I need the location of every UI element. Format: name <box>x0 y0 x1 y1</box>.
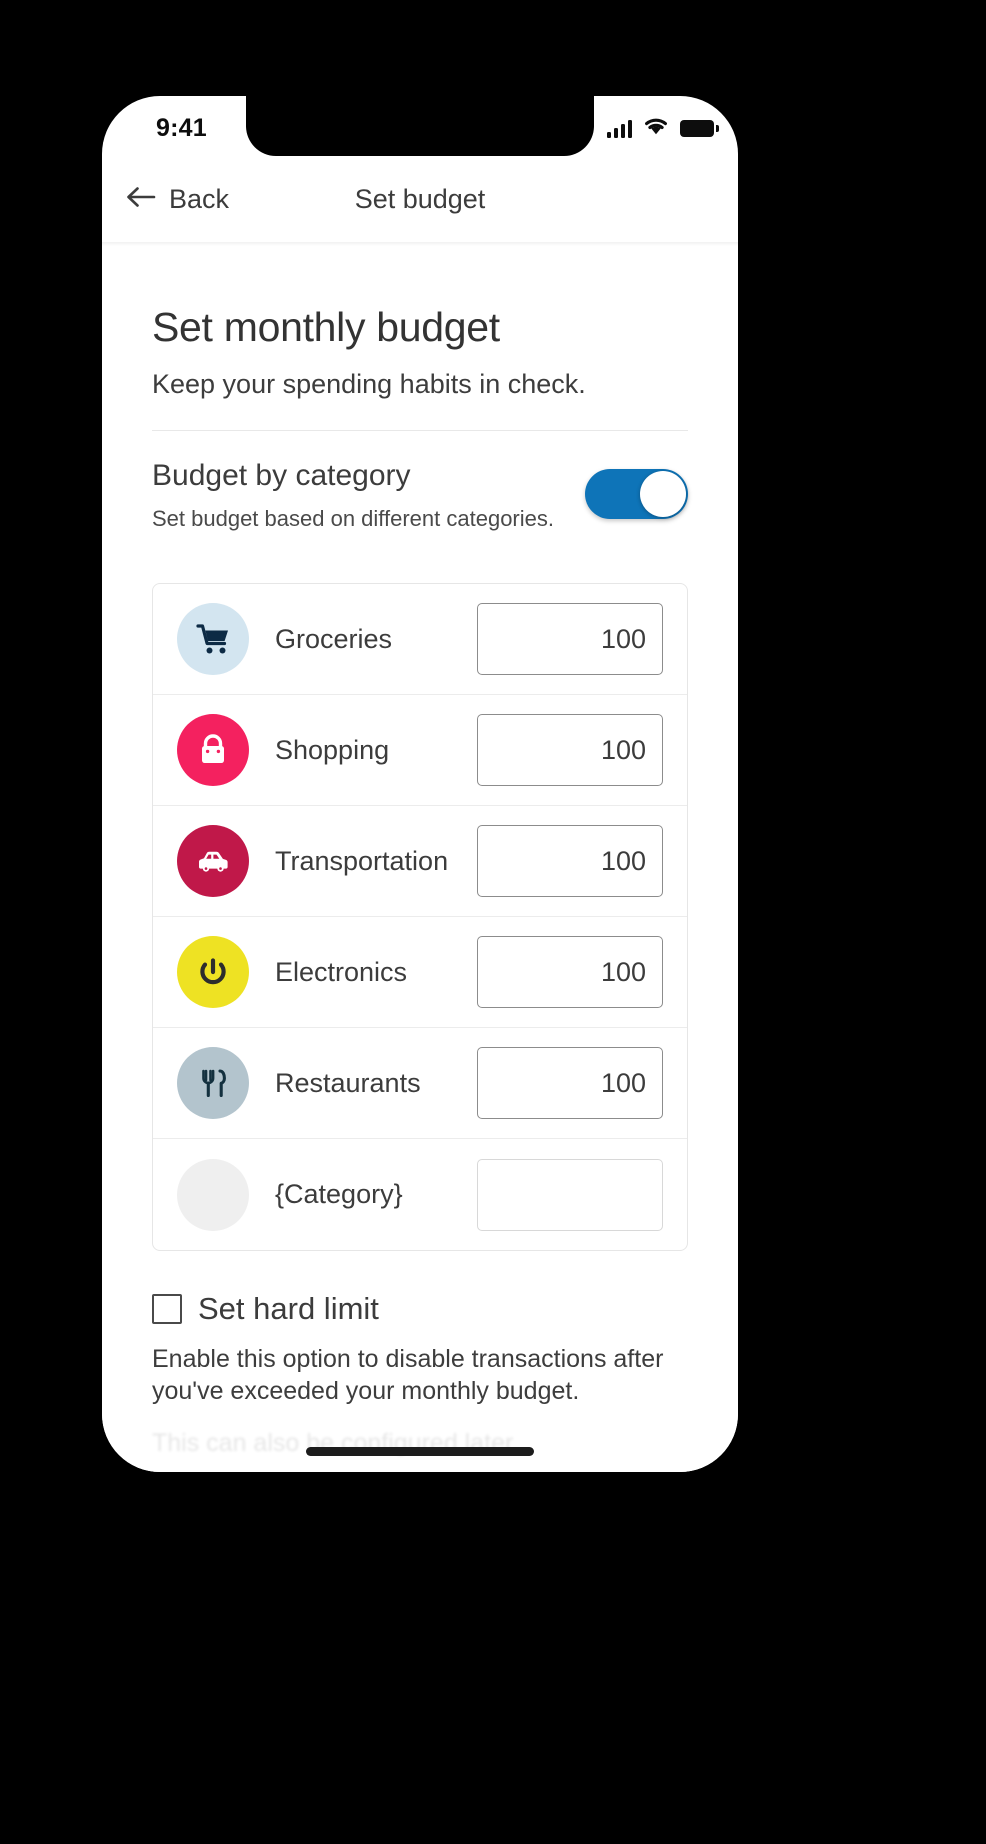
category-row: Transportation <box>153 806 687 917</box>
home-indicator[interactable] <box>306 1447 534 1456</box>
shopping-cart-icon <box>177 603 249 675</box>
page-title: Set monthly budget <box>152 304 500 350</box>
category-row: Electronics <box>153 917 687 1028</box>
toggle-knob <box>640 471 686 517</box>
category-budget-input[interactable] <box>477 1047 663 1119</box>
hard-limit-row[interactable]: Set hard limit <box>152 1291 688 1327</box>
category-list: Groceries Shopping Transportation Electroni… <box>152 583 688 1251</box>
hard-limit-section: Set hard limit Enable this option to dis… <box>152 1291 688 1458</box>
category-budget-input[interactable] <box>477 603 663 675</box>
category-label: Restaurants <box>275 1067 421 1098</box>
category-label: {Category} <box>275 1179 403 1209</box>
budget-by-category-toggle[interactable] <box>585 469 688 519</box>
shopping-bag-icon <box>177 714 249 786</box>
wifi-icon <box>643 116 669 140</box>
battery-full-icon <box>680 119 719 137</box>
category-row: Shopping <box>153 695 687 806</box>
status-icons <box>606 116 719 140</box>
category-label: Electronics <box>275 956 408 987</box>
nav-title: Set budget <box>354 184 486 214</box>
empty-category-icon <box>177 1158 249 1231</box>
page-subtitle: Keep your spending habits in check. <box>152 369 586 399</box>
category-budget-input[interactable] <box>477 714 663 786</box>
nav-bar: Back Set budget <box>102 158 738 246</box>
hard-limit-description: Enable this option to disable transactio… <box>152 1345 664 1405</box>
category-budget-input[interactable] <box>477 1158 663 1231</box>
nav-divider <box>102 242 738 246</box>
status-time: 9:41 <box>156 114 207 142</box>
page-content: Set monthly budget Keep your spending ha… <box>102 246 738 1472</box>
category-budget-input[interactable] <box>477 825 663 897</box>
hard-limit-checkbox[interactable] <box>152 1294 182 1324</box>
category-budget-input[interactable] <box>477 936 663 1008</box>
section-divider <box>152 430 688 431</box>
category-row: Groceries <box>153 584 687 695</box>
category-label: Shopping <box>275 734 390 765</box>
category-label: Groceries <box>275 623 393 654</box>
notch <box>246 96 594 156</box>
budget-by-category-section: Budget by category Set budget based on d… <box>152 459 688 547</box>
category-label: Transportation <box>275 845 449 876</box>
hard-limit-label: Set hard limit <box>198 1291 379 1326</box>
category-row: {Category} <box>153 1139 687 1250</box>
phone-frame: 9:41 Back Set budget Set monthly budget … <box>102 96 738 1472</box>
category-row: Restaurants <box>153 1028 687 1139</box>
cellular-signal-icon <box>606 119 632 138</box>
power-icon <box>177 936 249 1008</box>
fork-knife-icon <box>177 1047 249 1119</box>
car-icon <box>177 825 249 897</box>
